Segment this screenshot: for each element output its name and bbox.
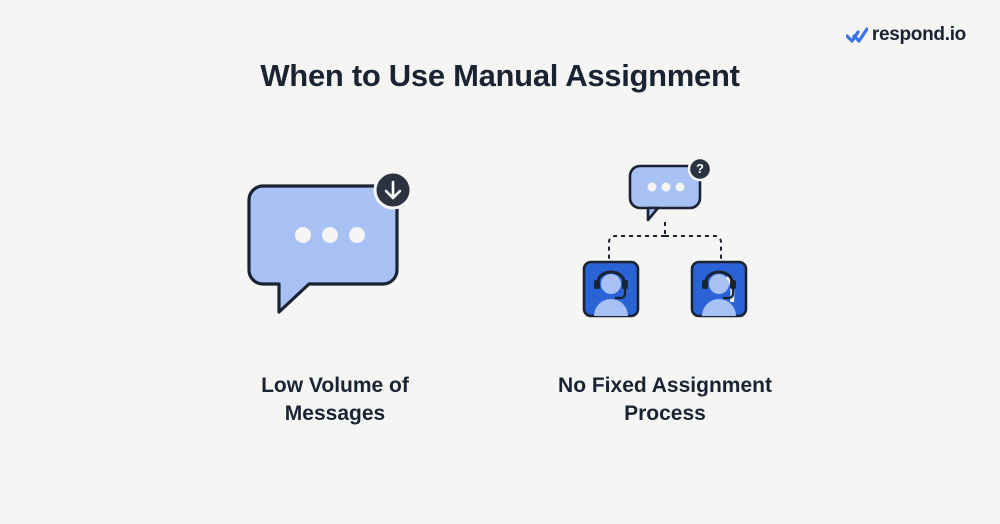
no-process-illustration: ? [560, 158, 770, 338]
item-low-volume: Low Volume of Messages [225, 158, 445, 429]
page-title: When to Use Manual Assignment [0, 58, 1000, 94]
item-no-process: ? [555, 158, 775, 429]
svg-text:?: ? [696, 161, 704, 176]
item-caption: Low Volume of Messages [225, 372, 445, 429]
brand-name: respond.io [872, 24, 966, 46]
brand-checkmark-icon [846, 25, 868, 45]
items-row: Low Volume of Messages ? [0, 158, 1000, 429]
low-volume-illustration [245, 158, 425, 338]
brand-logo: respond.io [846, 24, 966, 46]
item-caption: No Fixed Assignment Process [555, 372, 775, 429]
